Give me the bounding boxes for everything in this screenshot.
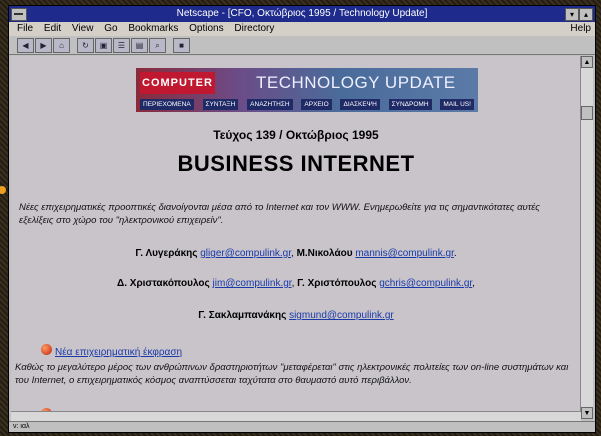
home-icon[interactable]: ⌂ <box>53 38 70 53</box>
bullet-icon <box>41 344 52 355</box>
nav-subscription[interactable]: ΣΥΝΔΡΟΜΗ <box>388 99 432 110</box>
banner-logo: COMPUTER <box>140 72 215 94</box>
author-email-link[interactable]: mannis@compulink.gr <box>355 248 454 259</box>
nav-editorial[interactable]: ΣΥΝΤΑΞΗ <box>202 99 239 110</box>
author-line: Γ. Λυγεράκης gliger@compulink.gr, Μ.Νικο… <box>11 248 581 259</box>
separator: , <box>472 278 475 289</box>
scroll-thumb[interactable] <box>581 106 593 120</box>
separator: , <box>291 278 295 289</box>
author-line: Δ. Χριστακόπουλος jim@compulink.gr, Γ. Χ… <box>11 278 581 289</box>
nav-conference[interactable]: ΔΙΑΣΚΕΨΗ <box>340 99 380 110</box>
forward-icon[interactable]: ▶ <box>35 38 52 53</box>
menu-bookmarks[interactable]: Bookmarks <box>128 22 178 36</box>
page-content: COMPUTER TECHNOLOGY UPDATE ΠΕΡΙΕΧΟΜΕΝΑ Σ… <box>11 56 581 419</box>
author-email-link[interactable]: gchris@compulink.gr <box>379 278 472 289</box>
title-bar[interactable]: Netscape - [CFO, Οκτώβριος 1995 / Techno… <box>9 6 595 22</box>
author-email-link[interactable]: gliger@compulink.gr <box>200 248 291 259</box>
author-name: Γ. Λυγεράκης <box>135 248 198 259</box>
maximize-icon[interactable]: ▴ <box>579 8 593 21</box>
author-email-link[interactable]: jim@compulink.gr <box>213 278 292 289</box>
author-name: Γ. Σακλαμπανάκης <box>198 310 287 321</box>
print-icon[interactable]: ▤ <box>131 38 148 53</box>
separator: , <box>291 248 294 259</box>
reload-icon[interactable]: ↻ <box>77 38 94 53</box>
banner-image: COMPUTER TECHNOLOGY UPDATE ΠΕΡΙΕΧΟΜΕΝΑ Σ… <box>136 68 478 112</box>
window-title: Netscape - [CFO, Οκτώβριος 1995 / Techno… <box>176 8 428 19</box>
section-link[interactable]: Νέα επιχειρηματική έκφραση <box>55 347 182 358</box>
menu-edit[interactable]: Edit <box>44 22 61 36</box>
minimize-icon[interactable]: ▾ <box>565 8 579 21</box>
banner-nav: ΠΕΡΙΕΧΟΜΕΝΑ ΣΥΝΤΑΞΗ ΑΝΑΖΗΤΗΣΗ ΑΡΧΕΙΟ ΔΙΑ… <box>140 99 474 110</box>
menu-view[interactable]: View <box>72 22 94 36</box>
open-icon[interactable]: ☰ <box>113 38 130 53</box>
nav-archive[interactable]: ΑΡΧΕΙΟ <box>301 99 332 110</box>
scroll-up-icon[interactable]: ▲ <box>581 56 593 68</box>
menu-go[interactable]: Go <box>104 22 117 36</box>
banner-title: TECHNOLOGY UPDATE <box>256 73 456 92</box>
nav-contents[interactable]: ΠΕΡΙΕΧΟΜΕΝΑ <box>140 99 194 110</box>
page-title: BUSINESS INTERNET <box>177 151 415 176</box>
menu-help[interactable]: Help <box>570 22 591 36</box>
author-name: Δ. Χριστακόπουλος <box>117 278 210 289</box>
menu-file[interactable]: File <box>17 22 33 36</box>
section-link-wrap: Νέα επιχειρηματική έκφραση <box>55 347 182 358</box>
vertical-scrollbar[interactable]: ▲ ▼ <box>580 56 593 419</box>
stop-icon[interactable]: ■ <box>173 38 190 53</box>
issue-line: Τεύχος 139 / Οκτώβριος 1995 <box>213 128 379 142</box>
separator: . <box>453 248 457 259</box>
author-line: Γ. Σακλαμπανάκης sigmund@compulink.gr <box>11 310 581 321</box>
menu-options[interactable]: Options <box>189 22 223 36</box>
images-icon[interactable]: ▣ <box>95 38 112 53</box>
section-body: Καθώς το μεγαλύτερο μέρος των ανθρώπινων… <box>15 362 569 386</box>
system-menu-icon[interactable] <box>11 8 27 21</box>
scroll-down-icon[interactable]: ▼ <box>581 407 593 419</box>
author-name: Γ. Χριστόπουλος <box>297 278 377 289</box>
menu-bar: File Edit View Go Bookmarks Options Dire… <box>9 22 595 36</box>
author-email-link[interactable]: sigmund@compulink.gr <box>289 310 394 321</box>
find-icon[interactable]: ⌕ <box>149 38 166 53</box>
browser-window: Netscape - [CFO, Οκτώβριος 1995 / Techno… <box>8 5 596 433</box>
intro-text: Νέες επιχειρηματικές προοπτικές διανοίγο… <box>19 202 540 226</box>
back-icon[interactable]: ◀ <box>17 38 34 53</box>
nav-search[interactable]: ΑΝΑΖΗΤΗΣΗ <box>247 99 293 110</box>
toolbar: ◀ ▶ ⌂ ↻ ▣ ☰ ▤ ⌕ ■ <box>9 36 595 55</box>
menu-directory[interactable]: Directory <box>234 22 274 36</box>
nav-mail-us[interactable]: MAIL US! <box>440 99 474 110</box>
author-name: Μ.Νικολάου <box>296 248 353 259</box>
status-bar: ν: ιαλ <box>9 421 595 432</box>
